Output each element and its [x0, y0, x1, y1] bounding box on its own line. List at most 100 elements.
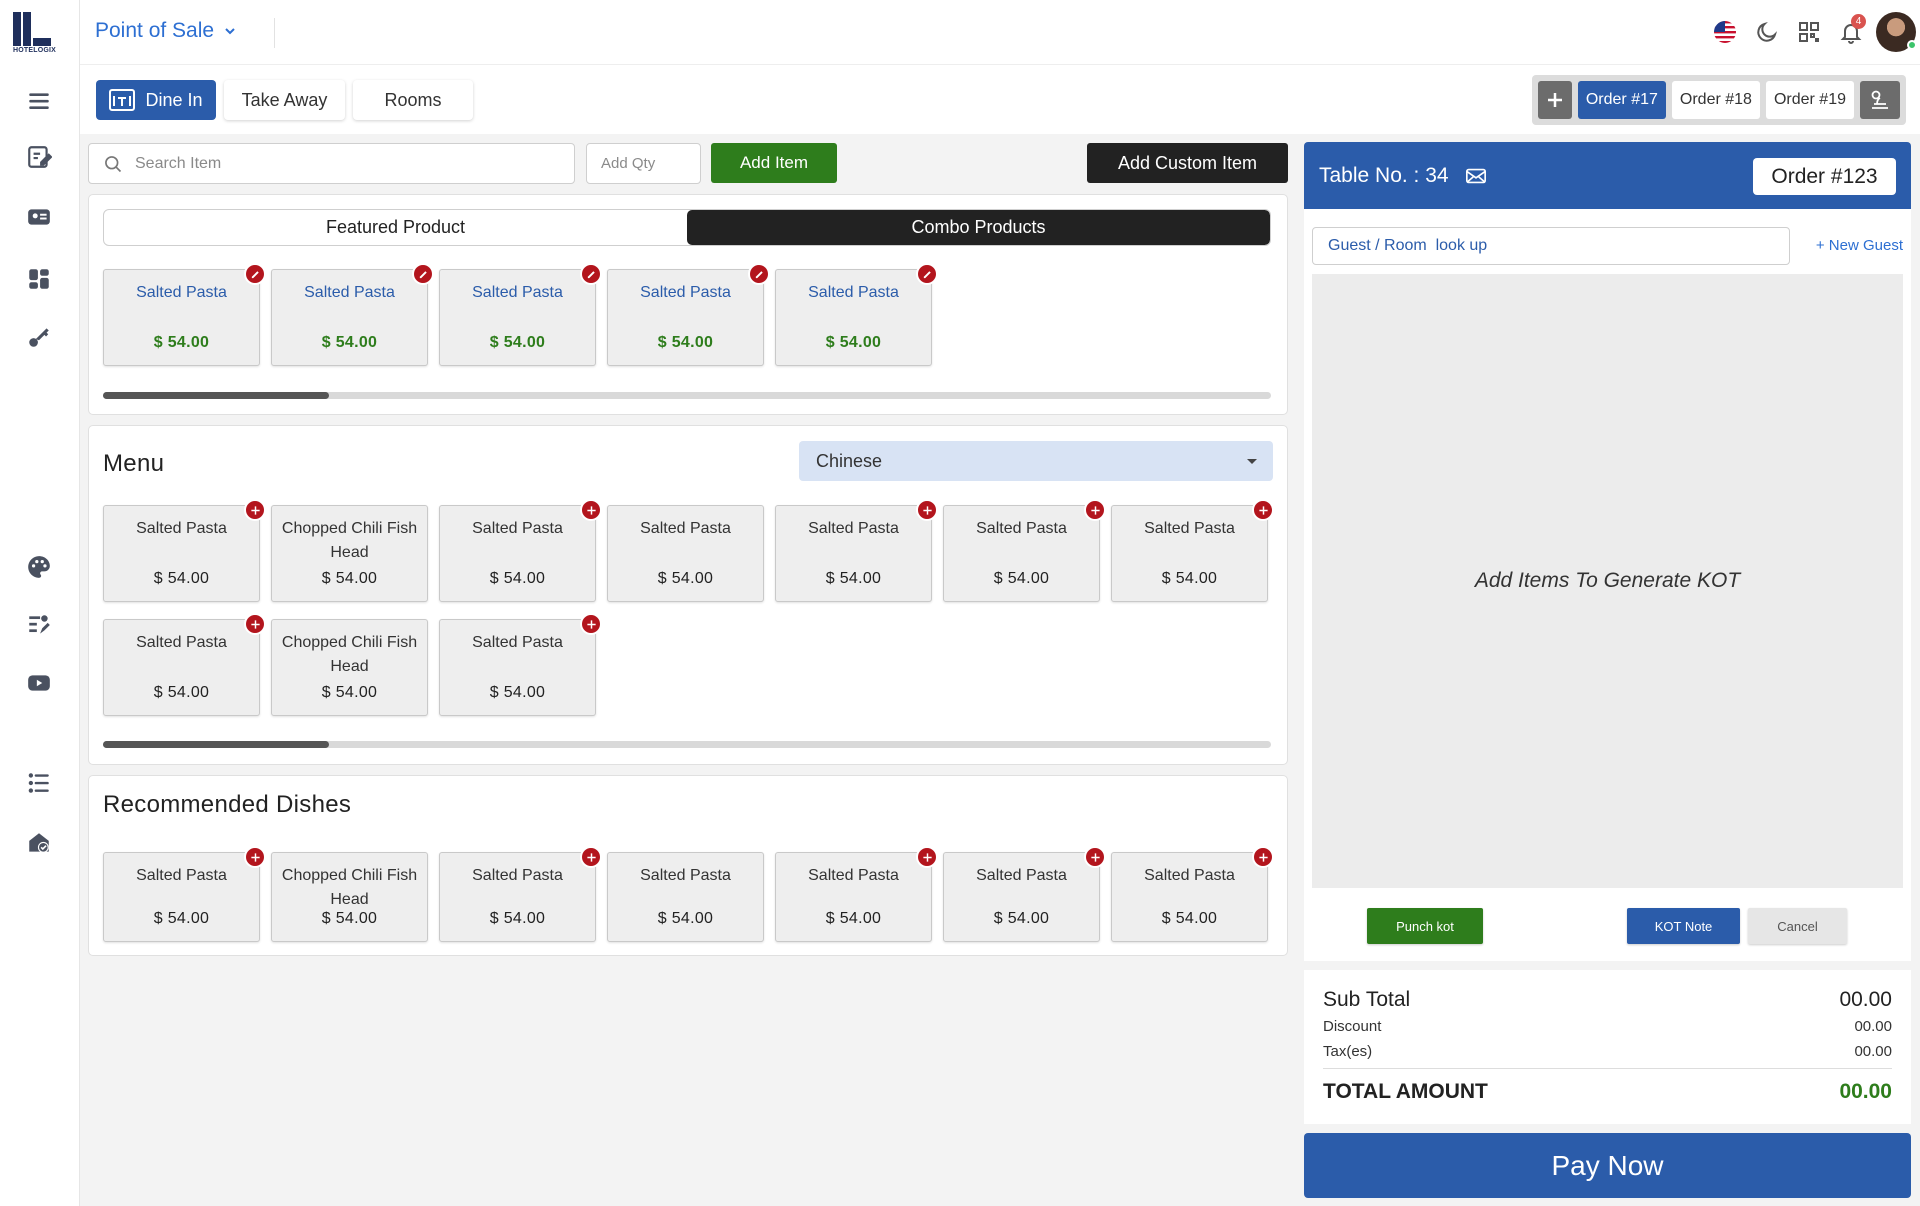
- product-card[interactable]: Salted Pasta $ 54.00: [439, 263, 602, 366]
- add-icon[interactable]: [244, 499, 266, 521]
- product-card[interactable]: Salted Pasta $ 54.00: [103, 263, 266, 366]
- product-card[interactable]: Salted Pasta $ 54.00: [439, 613, 602, 716]
- moon-icon[interactable]: [1746, 12, 1788, 52]
- add-icon[interactable]: [916, 846, 938, 868]
- kot-items-area: Add Items To Generate KOT: [1312, 274, 1903, 888]
- product-card[interactable]: Salted Pasta $ 54.00: [439, 846, 602, 942]
- caret-down-icon: [1247, 458, 1257, 464]
- product-card[interactable]: Salted Pasta $ 54.00: [775, 499, 938, 602]
- product-name: Salted Pasta: [640, 284, 731, 301]
- edit-icon[interactable]: [244, 263, 266, 285]
- tab-featured-product[interactable]: Featured Product: [104, 210, 687, 245]
- product-card[interactable]: Salted Pasta $ 54.00: [1111, 499, 1274, 602]
- tab-combo-products[interactable]: Combo Products: [687, 210, 1270, 245]
- product-card[interactable]: Salted Pasta $ 54.00: [103, 613, 266, 716]
- scrollbar-thumb[interactable]: [103, 741, 329, 748]
- edit-icon[interactable]: [916, 263, 938, 285]
- product-card[interactable]: Salted Pasta $ 54.00: [271, 263, 434, 366]
- youtube-icon[interactable]: [24, 668, 54, 698]
- qty-field[interactable]: [586, 143, 701, 184]
- add-icon[interactable]: [580, 846, 602, 868]
- hotelogix-logo[interactable]: HOTELOGIX: [13, 10, 69, 56]
- tab-rooms[interactable]: Rooms: [353, 80, 473, 120]
- product-name: Salted Pasta: [136, 284, 227, 301]
- pay-now-button[interactable]: Pay Now: [1304, 1133, 1911, 1198]
- product-card[interactable]: Salted Pasta $ 54.00: [439, 499, 602, 602]
- product-price: $ 54.00: [489, 684, 546, 701]
- swap-table-icon[interactable]: [1465, 165, 1487, 187]
- product-card[interactable]: Salted Pasta $ 54.00: [607, 263, 770, 366]
- product-card[interactable]: Salted Pasta $ 54.00: [1111, 846, 1274, 942]
- featured-scrollbar[interactable]: [103, 392, 1271, 399]
- add-icon[interactable]: [580, 613, 602, 635]
- dashboard-icon[interactable]: [24, 264, 54, 294]
- product-card[interactable]: Salted Pasta $ 54.00: [103, 846, 266, 942]
- us-flag-icon[interactable]: [1704, 12, 1746, 52]
- add-icon[interactable]: [244, 846, 266, 868]
- product-price: $ 54.00: [321, 334, 378, 351]
- add-custom-item-button[interactable]: Add Custom Item: [1087, 143, 1288, 183]
- product-card[interactable]: Salted Pasta $ 54.00: [775, 846, 938, 942]
- product-card[interactable]: Salted Pasta $ 54.00: [103, 499, 266, 602]
- add-icon[interactable]: [244, 613, 266, 635]
- kot-note-button[interactable]: KOT Note: [1627, 908, 1740, 944]
- add-icon[interactable]: [580, 499, 602, 521]
- add-item-button[interactable]: Add Item: [711, 143, 837, 183]
- edit-icon[interactable]: [580, 263, 602, 285]
- avatar[interactable]: [1876, 12, 1917, 52]
- add-order-button[interactable]: [1537, 81, 1572, 119]
- shield-check-icon[interactable]: [24, 828, 54, 858]
- product-name: Chopped Chili Fish Head: [281, 634, 418, 675]
- recipe-icon[interactable]: [24, 610, 54, 640]
- product-name: Salted Pasta: [136, 634, 227, 651]
- id-card-icon[interactable]: [24, 202, 54, 232]
- order-tab-17[interactable]: Order #17: [1577, 81, 1666, 119]
- product-price: $ 54.00: [993, 910, 1050, 927]
- punch-kot-button[interactable]: Punch kot: [1367, 908, 1483, 944]
- cancel-button[interactable]: Cancel: [1748, 908, 1847, 944]
- product-card[interactable]: Salted Pasta $ 54.00: [943, 846, 1106, 942]
- product-card[interactable]: Chopped Chili Fish Head $ 54.00: [271, 619, 428, 716]
- product-card[interactable]: Chopped Chili Fish Head $ 54.00: [271, 505, 428, 602]
- add-icon[interactable]: [1252, 499, 1274, 521]
- scrollbar-thumb[interactable]: [103, 392, 329, 399]
- menu-icon[interactable]: [24, 86, 54, 116]
- product-card[interactable]: Salted Pasta $ 54.00: [607, 852, 764, 942]
- category-select[interactable]: Chinese: [799, 441, 1273, 481]
- add-icon[interactable]: [1252, 846, 1274, 868]
- product-card[interactable]: Chopped Chili Fish Head $ 54.00: [271, 852, 428, 942]
- order-tab-18[interactable]: Order #18: [1671, 81, 1760, 119]
- list-icon[interactable]: [24, 768, 54, 798]
- search-item-field[interactable]: [88, 143, 575, 184]
- total-amount-value: 00.00: [1839, 1080, 1892, 1103]
- bell-icon[interactable]: 4: [1830, 12, 1872, 52]
- add-icon[interactable]: [916, 499, 938, 521]
- edit-icon[interactable]: [748, 263, 770, 285]
- chef-button[interactable]: [1860, 81, 1900, 119]
- tab-take-away[interactable]: Take Away: [224, 80, 345, 120]
- order-summary: Sub Total 00.00 Discount 00.00 Tax(es) 0…: [1304, 970, 1911, 1124]
- guest-lookup-field[interactable]: [1312, 227, 1790, 265]
- edit-note-icon[interactable]: [24, 142, 54, 172]
- product-price: $ 54.00: [321, 570, 378, 587]
- qty-input[interactable]: [601, 155, 691, 172]
- product-card[interactable]: Salted Pasta $ 54.00: [943, 499, 1106, 602]
- tab-dine-in[interactable]: Dine In: [96, 80, 216, 120]
- discount-value: 00.00: [1854, 1018, 1892, 1035]
- menu-scrollbar[interactable]: [103, 741, 1271, 748]
- add-icon[interactable]: [1084, 846, 1106, 868]
- edit-icon[interactable]: [412, 263, 434, 285]
- app-switcher[interactable]: Point of Sale: [95, 19, 236, 43]
- guest-lookup-input[interactable]: [1328, 237, 1768, 255]
- qr-grid-icon[interactable]: [1788, 12, 1830, 52]
- new-guest-link[interactable]: + New Guest: [1816, 237, 1903, 254]
- palette-icon[interactable]: [24, 552, 54, 582]
- order-tab-19[interactable]: Order #19: [1765, 81, 1854, 119]
- product-name: Salted Pasta: [1144, 867, 1235, 884]
- add-icon[interactable]: [1084, 499, 1106, 521]
- product-name: Salted Pasta: [808, 284, 899, 301]
- search-input[interactable]: [135, 154, 555, 173]
- product-card[interactable]: Salted Pasta $ 54.00: [775, 263, 938, 366]
- key-icon[interactable]: [24, 322, 54, 352]
- product-card[interactable]: Salted Pasta $ 54.00: [607, 505, 764, 602]
